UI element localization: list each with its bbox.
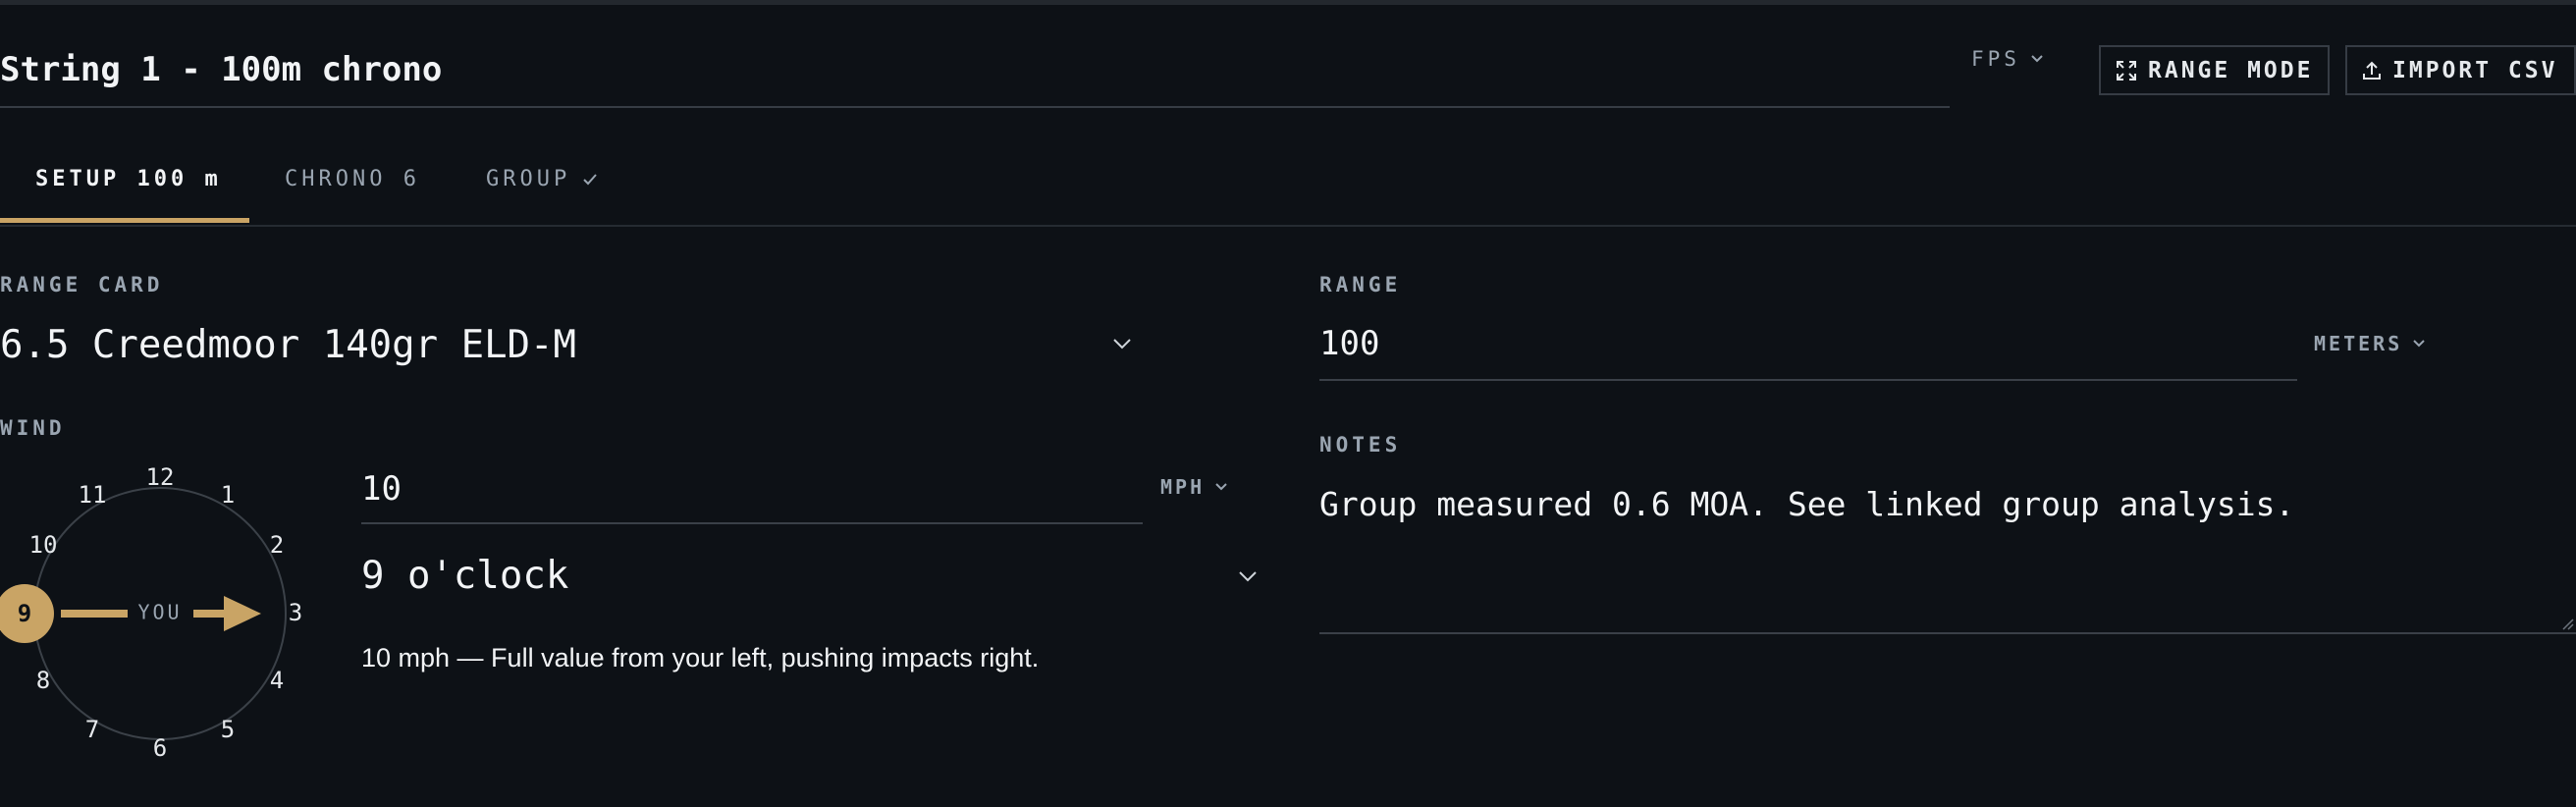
range-card-value: 6.5 Creedmoor 140gr ELD-M xyxy=(0,323,576,367)
wind-arrow-shaft xyxy=(193,610,229,618)
range-card-select[interactable]: 6.5 Creedmoor 140gr ELD-M xyxy=(0,319,1139,378)
wind-unit-dropdown[interactable]: MPH xyxy=(1160,475,1228,499)
import-csv-button[interactable]: IMPORT CSV xyxy=(2345,45,2576,95)
wind-arrow-tail xyxy=(61,610,128,618)
clock-hour-12[interactable]: 12 xyxy=(146,463,175,491)
clock-hour-10[interactable]: 10 xyxy=(29,531,58,559)
clock-hour-8[interactable]: 8 xyxy=(36,667,50,694)
selected-hour-label: 9 xyxy=(18,600,31,627)
range-mode-label: RANGE MODE xyxy=(2148,57,2314,83)
range-unit-dropdown[interactable]: METERS xyxy=(2314,332,2426,355)
top-border xyxy=(0,0,2576,5)
tab-chrono[interactable]: CHRONO 6 xyxy=(285,167,420,191)
wind-unit-label: MPH xyxy=(1160,475,1206,499)
chevron-down-icon xyxy=(1215,483,1227,491)
tab-setup-label: SETUP 100 m xyxy=(35,167,222,191)
check-icon xyxy=(583,173,597,185)
chevron-down-icon xyxy=(1239,571,1257,582)
clock-hour-1[interactable]: 1 xyxy=(221,481,235,509)
wind-clock[interactable]: 12 1 2 3 4 5 6 7 8 10 11 9 YOU xyxy=(0,461,314,766)
chevron-down-icon xyxy=(2031,55,2043,63)
title-field[interactable]: String 1 - 100m chrono xyxy=(0,44,1950,108)
resize-handle-icon[interactable] xyxy=(2560,617,2574,630)
tab-setup[interactable]: SETUP 100 m xyxy=(35,167,222,191)
wind-label: WIND xyxy=(0,416,66,440)
range-input[interactable]: 100 xyxy=(1319,322,2297,381)
notes-label: NOTES xyxy=(1319,433,1402,457)
notes-textarea[interactable]: Group measured 0.6 MOA. See linked group… xyxy=(1319,475,2576,634)
center-you-label: YOU xyxy=(137,601,182,624)
clock-hour-4[interactable]: 4 xyxy=(270,667,284,694)
range-value: 100 xyxy=(1319,324,1380,363)
clock-hour-6[interactable]: 6 xyxy=(153,734,167,762)
notes-value: Group measured 0.6 MOA. See linked group… xyxy=(1319,485,2295,523)
tab-chrono-label: CHRONO 6 xyxy=(285,167,420,191)
wind-direction-select[interactable]: 9 o'clock xyxy=(361,550,1264,605)
upload-icon xyxy=(2363,61,2381,80)
arrow-right-icon xyxy=(224,596,261,631)
page-title[interactable]: String 1 - 100m chrono xyxy=(0,50,442,89)
chevron-down-icon xyxy=(1113,339,1131,350)
expand-icon xyxy=(2117,60,2136,81)
range-unit-label: METERS xyxy=(2314,332,2403,355)
velocity-unit-dropdown[interactable]: FPS xyxy=(1971,47,2044,71)
clock-hour-5[interactable]: 5 xyxy=(221,716,235,743)
import-csv-label: IMPORT CSV xyxy=(2392,57,2558,83)
clock-hour-7[interactable]: 7 xyxy=(85,716,99,743)
range-card-label: RANGE CARD xyxy=(0,273,164,296)
wind-speed-value: 10 xyxy=(361,469,402,509)
clock-hour-3[interactable]: 3 xyxy=(289,599,302,626)
chevron-down-icon xyxy=(2413,340,2425,348)
range-label: RANGE xyxy=(1319,273,1402,296)
active-tab-indicator xyxy=(0,218,249,223)
velocity-unit-label: FPS xyxy=(1971,47,2020,71)
wind-description: 10 mph — Full value from your left, push… xyxy=(361,643,1040,672)
clock-hour-2[interactable]: 2 xyxy=(270,531,284,559)
tab-group-label: GROUP xyxy=(486,167,571,191)
range-mode-button[interactable]: RANGE MODE xyxy=(2099,45,2330,95)
tab-group[interactable]: GROUP xyxy=(486,167,598,191)
wind-direction-value: 9 o'clock xyxy=(361,554,569,598)
tab-bar: SETUP 100 m CHRONO 6 GROUP xyxy=(0,147,2576,227)
clock-hour-11[interactable]: 11 xyxy=(79,481,107,509)
wind-speed-input[interactable]: 10 xyxy=(361,469,1143,524)
